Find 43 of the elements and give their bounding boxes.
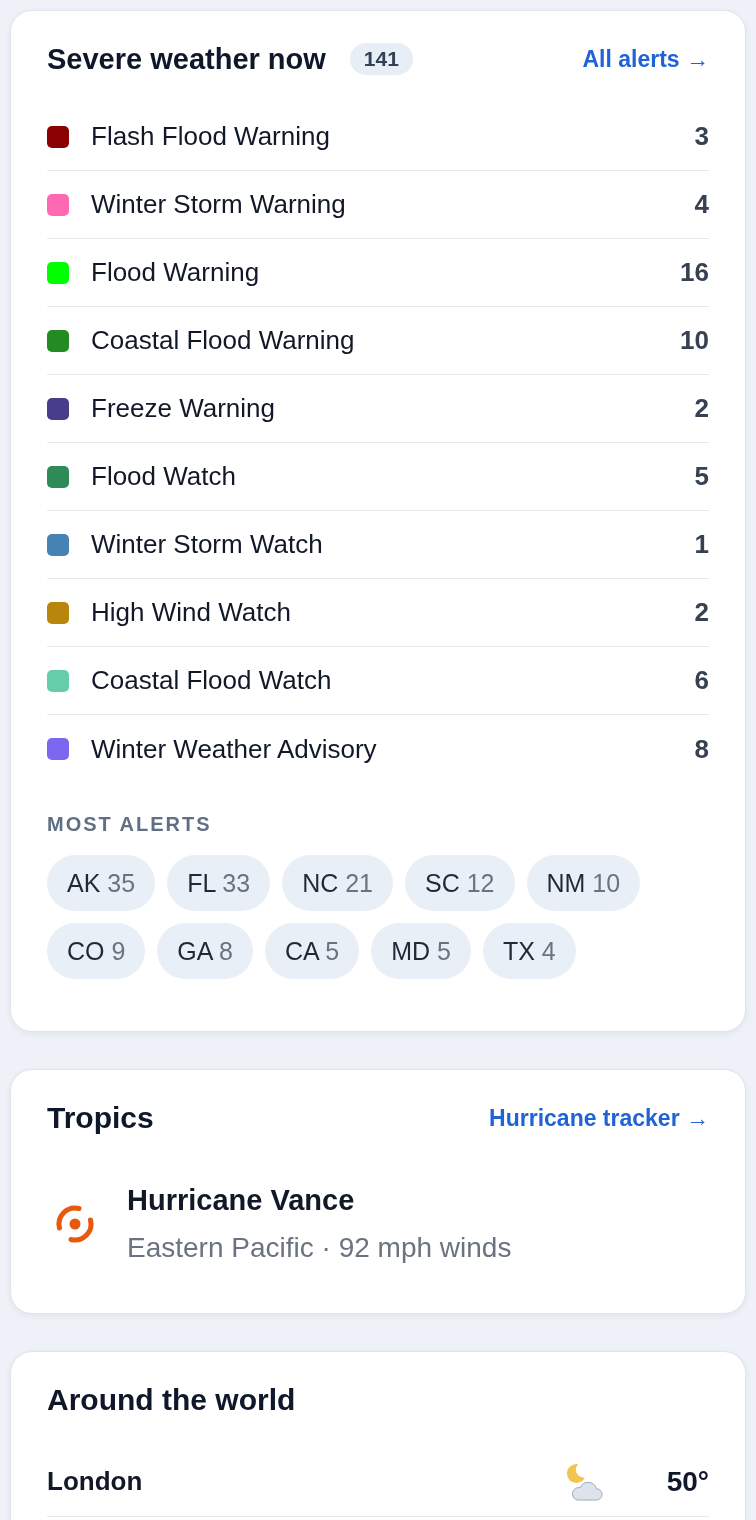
- alert-type-label: Flood Warning: [91, 257, 260, 288]
- card-title: Tropics: [47, 1100, 154, 1136]
- card-title: Severe weather now: [47, 41, 326, 77]
- state-chip[interactable]: GA 8: [157, 923, 253, 979]
- state-chip[interactable]: SC 12: [405, 855, 515, 911]
- state-chip[interactable]: CA 5: [264, 923, 360, 979]
- state-chip[interactable]: AK 35: [47, 855, 156, 911]
- alert-type-label: Flash Flood Warning: [91, 121, 330, 152]
- hurricane-tracker-link[interactable]: Hurricane tracker →: [489, 1104, 709, 1132]
- alert-count: 16: [680, 257, 709, 288]
- alert-count: 4: [694, 189, 709, 220]
- alert-count: 5: [694, 461, 709, 492]
- alert-count: 8: [694, 733, 709, 765]
- alert-count: 2: [694, 597, 709, 628]
- alert-type-label: Flood Watch: [91, 461, 236, 492]
- alert-type-label: Winter Storm Watch: [91, 529, 323, 560]
- section-heading: MOST ALERTS: [47, 812, 213, 837]
- alert-count: 1: [694, 529, 709, 560]
- state-chip[interactable]: NM 10: [526, 855, 641, 911]
- state-chip[interactable]: CO 9: [47, 923, 146, 979]
- city-temperature: 50°: [665, 1465, 709, 1498]
- alert-type-label: Coastal Flood Warning: [91, 325, 355, 356]
- state-chip[interactable]: NC 21: [282, 855, 393, 911]
- alert-total-badge: 141: [349, 43, 413, 75]
- alert-type-label: Winter Weather Advisory: [91, 733, 377, 765]
- alert-type-label: Freeze Warning: [91, 393, 275, 424]
- all-alerts-link[interactable]: All alerts →: [582, 45, 709, 73]
- alert-count: 6: [694, 665, 709, 696]
- card-title: Around the world: [47, 1382, 296, 1418]
- state-chip[interactable]: FL 33: [167, 855, 271, 911]
- hurricane-icon: [53, 1202, 97, 1246]
- state-chip[interactable]: MD 5: [371, 923, 471, 979]
- state-chip[interactable]: TX 4: [482, 923, 576, 979]
- alert-count: 3: [694, 121, 709, 152]
- alert-type-label: Coastal Flood Watch: [91, 665, 332, 696]
- alert-type-label: Winter Storm Warning: [91, 189, 346, 220]
- storm-name: Hurricane Vance: [127, 1183, 356, 1217]
- alert-count: 10: [680, 325, 709, 356]
- alert-type-label: High Wind Watch: [91, 597, 291, 628]
- storm-details: Eastern Pacific · 92 mph winds: [127, 1231, 512, 1265]
- moon-cloud-icon: [565, 1461, 603, 1502]
- city-name: London: [47, 1466, 143, 1497]
- alert-count: 2: [694, 393, 709, 424]
